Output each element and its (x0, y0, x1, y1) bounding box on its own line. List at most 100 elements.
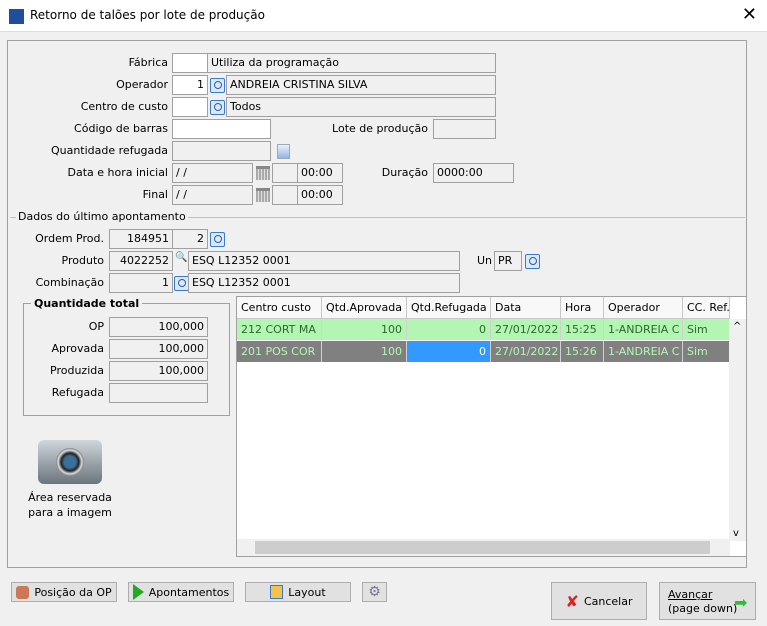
table-cell[interactable]: 1-ANDREIA C (604, 319, 683, 340)
column-header[interactable]: CC. Ref. (683, 297, 730, 319)
avancar-button[interactable]: Avançar (page down) ➡ (659, 582, 756, 620)
totais-title: Quantidade total (31, 297, 143, 310)
centro-code-input[interactable] (172, 97, 208, 117)
duracao-value: 0000:00 (433, 163, 514, 183)
combinacao-desc: ESQ L12352 0001 (188, 273, 460, 293)
scroll-thumb[interactable] (255, 541, 710, 554)
layout-button[interactable]: Layout (245, 582, 351, 602)
scroll-down-icon[interactable]: v (733, 528, 739, 539)
table-cell[interactable]: 15:25 (561, 319, 604, 340)
centro-search-icon[interactable] (210, 100, 225, 115)
table-cell[interactable]: 100 (322, 319, 407, 340)
arrow-right-icon: ➡ (734, 593, 748, 612)
table-cell[interactable]: Sim (683, 319, 730, 340)
aprovada-value: 100,000 (109, 339, 208, 359)
produto-desc: ESQ L12352 0001 (188, 251, 460, 271)
search-dropdown-icon[interactable]: 🔍 (175, 252, 187, 263)
lote-label: Lote de produção (332, 122, 428, 135)
operador-search-icon[interactable] (210, 78, 225, 93)
image-area-line1: Área reservada (28, 491, 112, 504)
centro-desc: Todos (226, 97, 496, 117)
app-icon (9, 9, 24, 24)
refugada-value (109, 383, 208, 403)
column-header[interactable]: Hora (561, 297, 604, 319)
produzida-label: Produzida (50, 364, 104, 377)
codigo-label: Código de barras (74, 122, 168, 135)
centro-label: Centro de custo (80, 100, 168, 113)
cancelar-label: Cancelar (583, 594, 633, 608)
op-label: OP (88, 320, 104, 333)
ordem-label: Ordem Prod. (35, 232, 104, 245)
apontamentos-button[interactable]: Apontamentos (128, 582, 234, 602)
final-spacer (272, 185, 298, 205)
camera-icon[interactable] (38, 440, 102, 484)
ordem-value: 184951 (109, 229, 173, 249)
layout-label: Layout (288, 585, 326, 599)
image-area-line2: para a imagem (28, 506, 112, 519)
operador-label: Operador (116, 78, 168, 91)
ordem-search-icon[interactable] (210, 232, 225, 247)
operador-desc: ANDREIA CRISTINA SILVA (226, 75, 496, 95)
column-header[interactable]: Operador (604, 297, 683, 319)
table-cell[interactable]: 201 POS COR (237, 341, 322, 362)
calendar-icon[interactable] (256, 188, 270, 202)
operador-code-input[interactable]: 1 (172, 75, 208, 95)
cancelar-button[interactable]: ✘ Cancelar (551, 582, 647, 620)
table-cell[interactable]: 212 CORT MA (237, 319, 322, 340)
column-header[interactable]: Data (491, 297, 561, 319)
final-date-input[interactable]: / / (172, 185, 253, 205)
lote-input (433, 119, 496, 139)
table-cell[interactable]: 1-ANDREIA C (604, 341, 683, 362)
qtd-refugada-input (172, 141, 271, 161)
final-time-input[interactable]: 00:00 (297, 185, 343, 205)
codigo-barras-input[interactable] (172, 119, 271, 139)
binoculars-icon (16, 585, 30, 599)
table-cell[interactable]: 15:26 (561, 341, 604, 362)
refugada-label: Refugada (51, 386, 104, 399)
column-header[interactable]: Qtd.Aprovada (322, 297, 407, 319)
table-cell[interactable]: 27/01/2022 (491, 319, 561, 340)
inicial-date-input[interactable]: / / (172, 163, 253, 183)
un-value: PR (494, 251, 522, 271)
posicao-op-button[interactable]: Posição da OP (11, 582, 117, 602)
combinacao-value: 1 (109, 273, 173, 293)
gear-icon: ⚙ (368, 584, 381, 600)
play-icon (132, 584, 144, 600)
close-icon[interactable]: ✕ (742, 4, 757, 25)
x-icon: ✘ (565, 591, 579, 611)
inicial-label: Data e hora inicial (67, 166, 168, 179)
avancar-label: Avançar (668, 588, 713, 601)
produto-value: 4022252 (109, 251, 173, 271)
horizontal-scrollbar[interactable] (237, 539, 730, 556)
aprovada-label: Aprovada (51, 342, 105, 355)
column-header[interactable]: Qtd.Refugada (407, 297, 491, 319)
produzida-value: 100,000 (109, 361, 208, 381)
settings-button[interactable]: ⚙ (362, 582, 387, 602)
vertical-scrollbar[interactable]: ^ v (729, 319, 746, 541)
ultimo-title: Dados do último apontamento (16, 210, 188, 223)
window-title: Retorno de talões por lote de produção (30, 8, 265, 22)
table-cell[interactable]: Sim (683, 341, 730, 362)
un-label: Un (477, 254, 493, 267)
combinacao-search-icon[interactable] (174, 276, 189, 291)
document-icon[interactable] (277, 144, 290, 159)
apontamentos-label: Apontamentos (148, 585, 230, 599)
scroll-up-icon[interactable]: ^ (733, 321, 741, 332)
posicao-op-label: Posição da OP (34, 585, 112, 599)
table-cell[interactable]: 0 (407, 319, 491, 340)
qtd-refugada-label: Quantidade refugada (50, 144, 168, 157)
produto-label: Produto (61, 254, 104, 267)
table-cell[interactable]: 100 (322, 341, 407, 362)
avancar-shortcut: (page down) (668, 602, 738, 615)
apontamentos-table[interactable]: Centro custo Qtd.Aprovada Qtd.Refugada Data… (236, 296, 747, 557)
duracao-label: Duração (381, 166, 428, 179)
title-bar: Retorno de talões por lote de produção ✕ (0, 0, 767, 32)
fabrica-code-input[interactable] (172, 53, 208, 73)
un-search-icon[interactable] (525, 254, 540, 269)
column-header[interactable]: Centro custo (237, 297, 322, 319)
table-cell[interactable]: 0 (407, 341, 491, 362)
table-cell[interactable]: 27/01/2022 (491, 341, 561, 362)
op-value: 100,000 (109, 317, 208, 337)
layout-icon (270, 585, 284, 599)
final-label: Final (142, 188, 168, 201)
